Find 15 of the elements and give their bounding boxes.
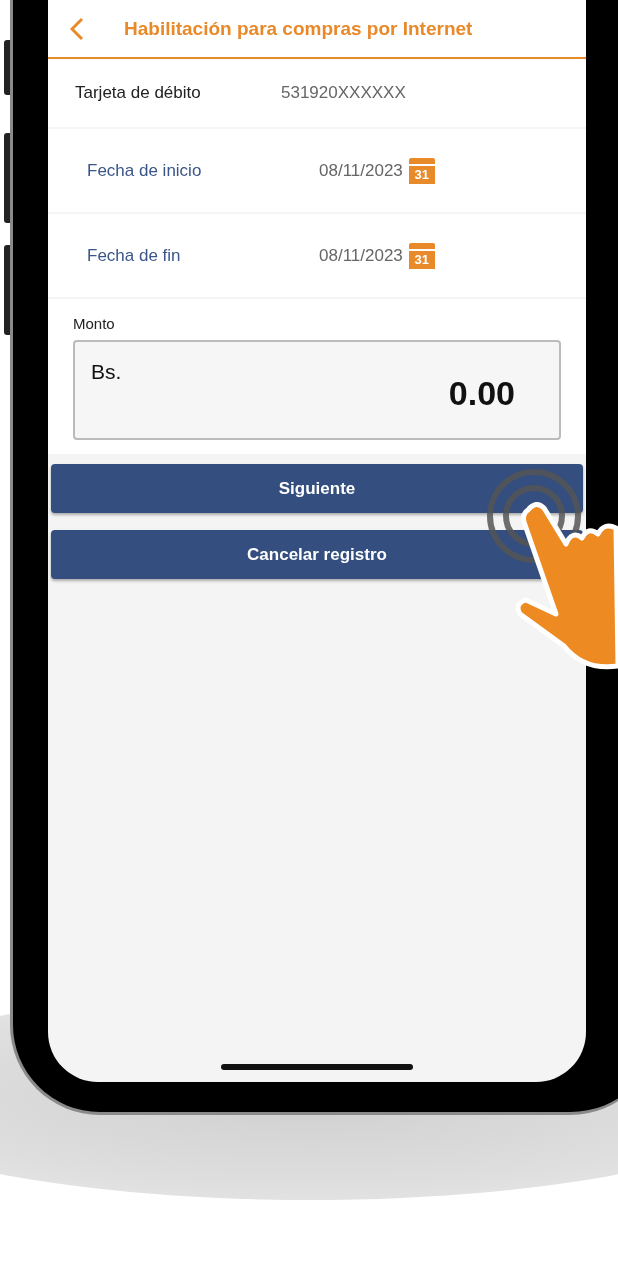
form-row[interactable]: Fecha de fin 08/11/2023 31 (48, 214, 586, 297)
back-icon[interactable] (70, 16, 84, 41)
field-label: Fecha de inicio (87, 160, 203, 181)
field-value: 08/11/2023 (319, 245, 403, 266)
amount-value: 0.00 (448, 374, 515, 414)
amount-field[interactable]: Bs. 0.00 (73, 340, 561, 440)
currency-label: Bs. (91, 360, 122, 385)
action-button[interactable]: Siguiente (51, 464, 583, 513)
form-row[interactable]: Fecha de inicio 08/11/2023 31 (48, 129, 586, 212)
field-value: 531920XXXXXX (281, 83, 406, 103)
field-label: Fecha de fin (87, 245, 182, 266)
amount-label: Monto (73, 315, 116, 332)
field-value: 08/11/2023 (319, 160, 403, 181)
page-title: Habilitación para compras por Internet (124, 17, 473, 40)
field-label: Tarjeta de débito (75, 83, 202, 103)
